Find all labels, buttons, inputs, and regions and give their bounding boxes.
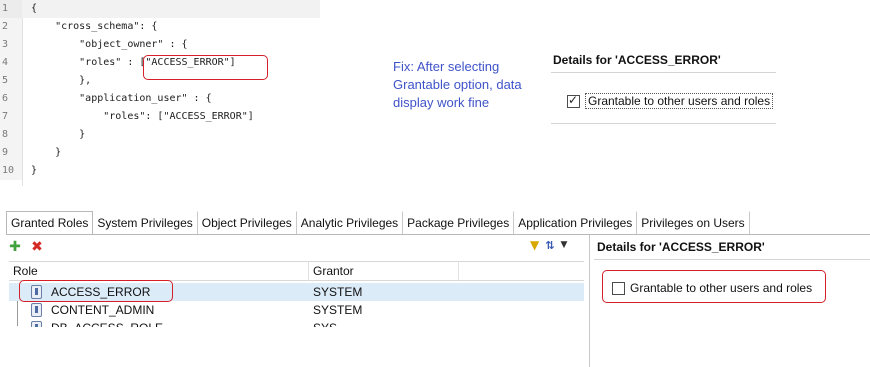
code-line: 6 "application_user" : { [0,90,320,108]
top-details-separator [551,72,776,73]
chevron-down-icon[interactable]: ▼ [560,240,567,250]
code-text: "object_owner" : { [31,39,188,50]
sort-icon[interactable]: ⇅ [545,239,554,252]
role-cell: CONTENT_ADMIN [51,303,155,317]
code-highlight-box [143,55,268,80]
code-line: 10} [0,162,320,180]
table-row[interactable]: DB_ACCESS_ROLE SYS [9,319,584,327]
filter-icon[interactable]: ▼ [530,238,539,252]
code-line: 9 } [0,144,320,162]
line-number: 7 [0,108,22,126]
top-details-bottom-separator [551,123,776,124]
code-text: { [31,3,38,14]
line-number: 5 [0,72,22,90]
details-separator [594,259,870,260]
column-header-grantor[interactable]: Grantor [309,262,459,281]
code-text: } [31,165,38,176]
role-cell: DB_ACCESS_ROLE [51,319,163,327]
code-line: 2 "cross_schema": { [0,18,320,36]
role-icon [31,321,42,327]
code-line: 3 "object_owner" : { [0,36,320,54]
tab-privileges-on-users[interactable]: Privileges on Users [637,211,750,235]
table-row[interactable]: CONTENT_ADMIN SYSTEM [9,301,584,319]
line-number: 6 [0,90,22,108]
privilege-tabs: Granted Roles System Privileges Object P… [6,211,750,235]
tab-analytic-privileges[interactable]: Analytic Privileges [297,211,404,235]
line-number: 4 [0,54,22,72]
tab-object-privileges[interactable]: Object Privileges [198,211,297,235]
column-header-role[interactable]: Role [9,262,309,281]
role-icon [31,303,42,317]
code-text: "roles": ["ACCESS_ERROR"] [31,111,254,122]
tabs-baseline [6,234,870,235]
tab-application-privileges[interactable]: Application Privileges [514,211,638,235]
code-text: }, [31,75,92,86]
tab-package-privileges[interactable]: Package Privileges [403,211,515,235]
panel-divider[interactable] [589,235,590,367]
code-text: "application_user" : { [31,93,212,104]
delete-icon[interactable]: ✖ [30,240,44,254]
checkbox-highlight-box [602,270,826,303]
code-text: } [31,147,62,158]
grid-header: Role Grantor [9,261,584,281]
roles-toolbar: ✚ ✖ [8,237,44,257]
line-number: 8 [0,126,22,144]
fix-note: Fix: After selecting Grantable option, d… [393,59,522,110]
grid-tools: ▼ ⇅ ▼ [530,238,567,252]
code-editor[interactable]: 1{ 2 "cross_schema": { 3 "object_owner" … [0,0,320,186]
code-line: 7 "roles": ["ACCESS_ERROR"] [0,108,320,126]
details-title: Details for 'ACCESS_ERROR' [597,240,765,254]
grantor-cell: SYSTEM [313,285,363,299]
line-number: 3 [0,36,22,54]
line-number: 1 [0,0,22,18]
tab-granted-roles[interactable]: Granted Roles [6,211,94,235]
top-grantable-checkbox[interactable] [567,93,580,108]
top-grantable-label: Grantable to other users and roles [585,93,774,109]
plus-icon[interactable]: ✚ [8,240,22,254]
top-grantable-row[interactable]: Grantable to other users and roles [567,93,774,109]
row-highlight-box [19,280,173,302]
code-line: 1{ [0,0,320,18]
code-line: 8 } [0,126,320,144]
line-number: 10 [0,162,22,180]
line-number: 2 [0,18,22,36]
line-number: 9 [0,144,22,162]
top-details-title: Details for 'ACCESS_ERROR' [553,53,721,67]
grantor-cell: SYS [313,319,337,327]
code-text: } [31,129,86,140]
code-text: "cross_schema": { [31,21,158,32]
grantor-cell: SYSTEM [313,303,363,317]
tab-system-privileges[interactable]: System Privileges [93,211,198,235]
